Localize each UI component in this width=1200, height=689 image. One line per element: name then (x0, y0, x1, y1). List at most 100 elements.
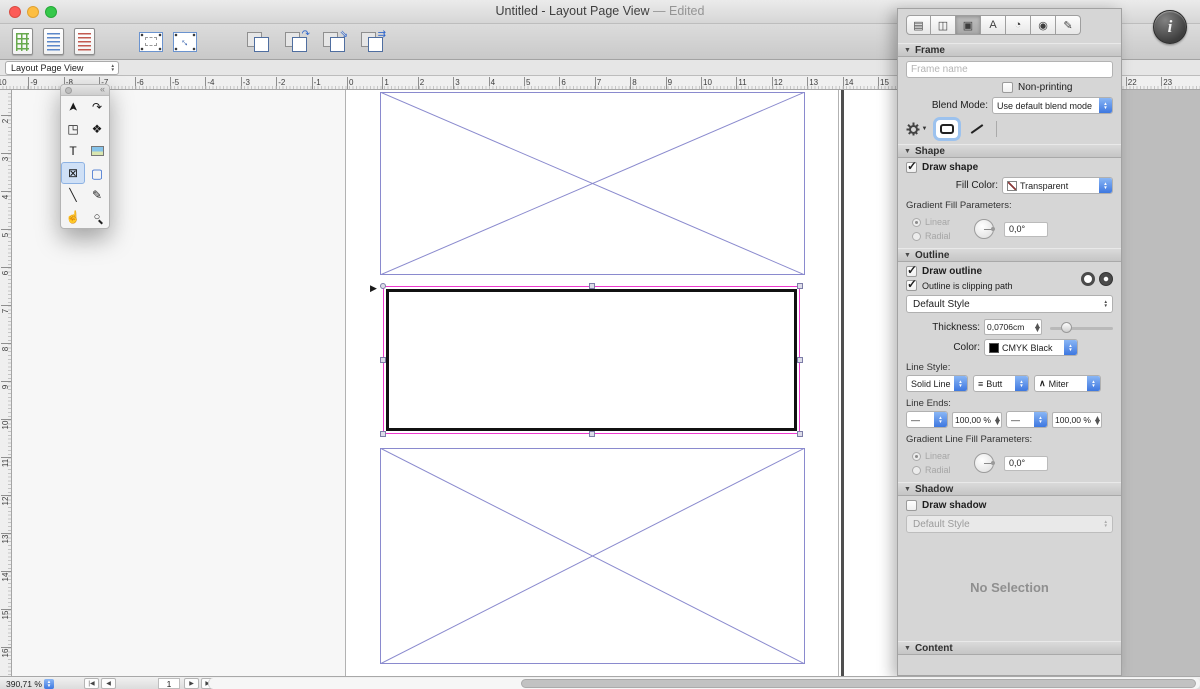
next-page-button[interactable]: ▶ (184, 678, 199, 689)
fill-color-select[interactable]: Transparent (1002, 177, 1113, 194)
line-end-scale-input[interactable]: 100,00 % (1052, 412, 1102, 428)
graphic-frame-tool[interactable]: ⊠ (61, 162, 85, 184)
resize-handle[interactable] (380, 283, 386, 289)
frame-name-input[interactable] (906, 61, 1113, 78)
view-mode-select[interactable]: Layout Page View (5, 61, 119, 75)
frame-section-header[interactable]: ▼ Frame (898, 43, 1121, 57)
line-linear-radio[interactable] (912, 452, 921, 461)
crop-tool[interactable]: ◳ (61, 118, 85, 140)
resize-handle[interactable] (797, 431, 803, 437)
line-mode-button[interactable] (966, 120, 988, 138)
resize-handle[interactable] (797, 357, 803, 363)
geometry-tab[interactable]: ◫ (931, 15, 956, 35)
resize-handle[interactable] (380, 431, 386, 437)
line-join-select[interactable]: ∧ Miter (1034, 375, 1101, 392)
frame-tab[interactable]: ▤ (906, 15, 931, 35)
palette-titlebar[interactable]: « (61, 85, 109, 96)
linear-radio[interactable] (912, 218, 921, 227)
shape-settings-menu[interactable]: ▼ (906, 120, 928, 138)
disclosure-triangle-icon: ▼ (904, 486, 911, 493)
line-end-select[interactable]: — (1006, 411, 1048, 428)
line-tool[interactable]: ╲ (61, 184, 85, 206)
zoom-control[interactable]: 390,71 % (6, 678, 54, 689)
ruler-number: 7 (0, 305, 12, 317)
placeholder-frame-top[interactable] (380, 92, 805, 275)
ruler-mark: 13 (0, 533, 12, 545)
image-tab[interactable]: ◉ (1031, 15, 1056, 35)
resize-handle[interactable] (589, 283, 595, 289)
frame-outline (386, 289, 797, 431)
resize-handle[interactable] (380, 357, 386, 363)
shadow-section-header[interactable]: ▼ Shadow (898, 482, 1121, 496)
thickness-input[interactable]: 0,0706cm (984, 319, 1042, 335)
shape-section-header[interactable]: ▼ Shape (898, 144, 1121, 158)
ruler-number: 8 (0, 343, 12, 355)
first-page-button[interactable]: |◀ (84, 678, 99, 689)
draw-outline-checkbox[interactable] (906, 266, 917, 277)
palette-collapse-icon[interactable]: « (100, 84, 105, 94)
popup-arrows-icon (1099, 98, 1112, 113)
draw-shadow-checkbox[interactable] (906, 500, 917, 511)
outline-section-header[interactable]: ▼ Outline (898, 248, 1121, 262)
line-gradient-angle-dial[interactable] (974, 453, 994, 473)
content-section-header[interactable]: ▼ Content (898, 641, 1121, 655)
stepper-arrows-icon (1032, 323, 1041, 331)
gradient-angle-dial[interactable] (974, 219, 994, 239)
object-tab[interactable]: ▣ (956, 15, 981, 35)
bezier-tool[interactable]: ✎ (85, 184, 109, 206)
slider-knob[interactable] (1061, 322, 1072, 333)
disclosure-triangle-icon: ▼ (904, 47, 911, 54)
text-tool[interactable]: T (61, 140, 85, 162)
draw-shape-checkbox[interactable] (906, 162, 917, 173)
transform-tool[interactable]: ❖ (85, 118, 109, 140)
grid-document-icon[interactable] (12, 28, 33, 55)
duplicate-button[interactable] (245, 31, 271, 53)
line-start-select[interactable]: — (906, 411, 948, 428)
select-tool[interactable]: ➤ (61, 96, 85, 118)
thickness-slider[interactable] (1050, 320, 1113, 335)
text-tab[interactable]: A (981, 15, 1006, 35)
rect-shape-tool[interactable]: ▢ (85, 162, 109, 184)
palette-close-button[interactable] (65, 87, 72, 94)
image-tool[interactable] (85, 140, 109, 162)
outline-target-button[interactable] (1099, 272, 1113, 286)
rotate-tool[interactable]: ↷ (85, 96, 109, 118)
hand-tool[interactable]: ☝ (61, 206, 85, 228)
ruler-mark: -1 (312, 77, 321, 89)
resize-handle[interactable] (797, 283, 803, 289)
outline-ring-button[interactable] (1081, 272, 1095, 286)
line-radial-radio[interactable] (912, 466, 921, 475)
zoom-tool[interactable]: ○ (85, 206, 109, 228)
placeholder-frame-bottom[interactable] (380, 448, 805, 664)
scrollbar-thumb[interactable] (521, 679, 1196, 688)
text-document-icon[interactable] (43, 28, 64, 55)
clipping-path-checkbox[interactable] (906, 280, 917, 291)
non-printing-checkbox[interactable] (1002, 82, 1013, 93)
previous-page-button[interactable]: ◀ (101, 678, 116, 689)
line-start-scale-input[interactable]: 100,00 % (952, 412, 1002, 428)
duplicate-multiple-button[interactable]: ⇉ (359, 31, 385, 53)
selected-frame[interactable]: ▶ (383, 286, 800, 434)
disclosure-triangle-icon: ▼ (904, 645, 911, 652)
line-style-select[interactable]: Solid Line (906, 375, 968, 392)
line-gradient-angle-input[interactable]: 0,0° (1004, 456, 1048, 471)
duplicate-offset-button[interactable]: ⇘ (321, 31, 347, 53)
info-button[interactable]: i (1153, 10, 1187, 44)
rounded-rect-mode-button[interactable] (936, 120, 958, 138)
page-number-field[interactable]: 1 (158, 678, 180, 689)
zoom-stepper-icon[interactable] (44, 679, 54, 689)
resize-handle[interactable] (589, 431, 595, 437)
document-tab[interactable]: ✎ (1056, 15, 1081, 35)
line-cap-select[interactable]: ≡ Butt (973, 375, 1029, 392)
color-tab[interactable]: ◔ (1006, 15, 1031, 35)
outline-style-combo[interactable]: Default Style (906, 295, 1113, 313)
outline-color-select[interactable]: CMYK Black (984, 339, 1078, 356)
radial-radio[interactable] (912, 232, 921, 241)
duplicate-rotate-button[interactable]: ↷ (283, 31, 309, 53)
blend-mode-select[interactable]: Use default blend mode (992, 97, 1113, 114)
gradient-angle-input[interactable]: 0,0° (1004, 222, 1048, 237)
frame-select-button[interactable] (139, 32, 163, 52)
frame-transform-button[interactable]: ↔ (173, 32, 197, 52)
marked-document-icon[interactable] (74, 28, 95, 55)
horizontal-scrollbar[interactable] (208, 678, 1200, 689)
